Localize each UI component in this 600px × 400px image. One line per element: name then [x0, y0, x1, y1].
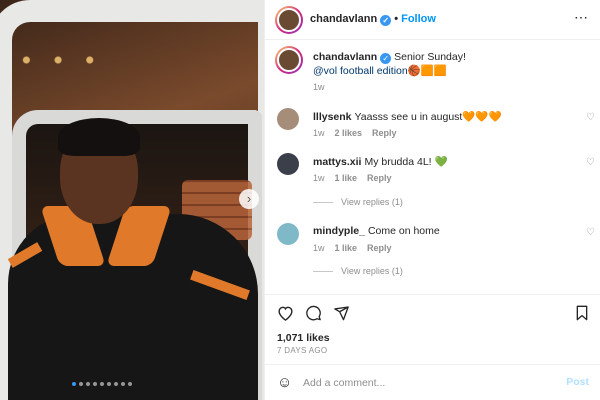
author-username[interactable]: chandavlann — [310, 13, 377, 25]
comment-input[interactable] — [303, 374, 543, 392]
heart-icon[interactable] — [277, 305, 294, 325]
reply-button[interactable]: Reply — [372, 128, 397, 138]
follow-button[interactable]: Follow — [401, 13, 436, 25]
verified-badge-icon: ✓ — [380, 53, 392, 64]
comment-username[interactable]: mindyple_ — [313, 225, 365, 237]
comment-username[interactable]: lllysenk — [313, 111, 352, 123]
comment-avatar[interactable] — [277, 108, 299, 130]
post-header: chandavlann ✓ • Follow ⋯ — [265, 0, 600, 40]
comment-avatar[interactable] — [277, 153, 299, 175]
comment-username[interactable]: mattys.xii — [313, 156, 361, 168]
caption-text-2[interactable]: football edition — [340, 65, 408, 77]
caption-text: Senior Sunday! — [394, 51, 466, 63]
carousel-dot — [114, 382, 118, 386]
post-photo[interactable]: › — [0, 0, 264, 400]
comment-text: Yaasss see u in august — [354, 111, 463, 123]
caption-username[interactable]: chandavlann — [313, 51, 377, 63]
comment-like-icon[interactable]: ♡ — [586, 112, 595, 123]
post-date[interactable]: 7 DAYS AGO — [277, 346, 327, 355]
comment-time[interactable]: 1w — [313, 243, 325, 253]
comment-likes[interactable]: 1 like — [335, 173, 358, 183]
carousel-dot — [72, 382, 76, 386]
verified-badge-icon: ✓ — [380, 15, 392, 26]
carousel-dot — [79, 382, 83, 386]
carousel-dot — [128, 382, 132, 386]
comment-time[interactable]: 1w — [313, 173, 325, 183]
emoji-icon[interactable]: ☺ — [277, 374, 292, 391]
caption-mention[interactable]: @vol — [313, 65, 337, 77]
carousel-dot — [107, 382, 111, 386]
add-comment-bar: ☺ Post — [265, 364, 600, 400]
view-replies-button[interactable]: View replies (1) — [313, 197, 403, 207]
share-icon[interactable] — [333, 305, 350, 325]
avatar[interactable] — [275, 6, 303, 34]
separator-dot: • — [394, 13, 399, 25]
action-bar — [265, 294, 600, 330]
carousel-dot — [93, 382, 97, 386]
carousel-dot — [86, 382, 90, 386]
reply-button[interactable]: Reply — [367, 173, 392, 183]
reply-button[interactable]: Reply — [367, 243, 392, 253]
carousel-dot — [100, 382, 104, 386]
comment-icon[interactable] — [305, 305, 322, 325]
comment-emoji: 💚 — [434, 156, 448, 168]
comment-avatar[interactable] — [277, 223, 299, 245]
person-hair — [58, 118, 140, 156]
more-options-icon[interactable]: ⋯ — [574, 9, 589, 26]
bookmark-icon[interactable] — [575, 305, 589, 325]
comment-likes[interactable]: 2 likes — [335, 128, 363, 138]
comment-text: Come on home — [367, 225, 440, 237]
comment-emoji: 🧡🧡🧡 — [462, 111, 502, 123]
comment-likes[interactable]: 1 like — [335, 243, 358, 253]
comment-text: My brudda 4L! — [364, 156, 432, 168]
carousel-dot — [121, 382, 125, 386]
avatar[interactable] — [275, 46, 303, 74]
post-comment-button[interactable]: Post — [566, 376, 589, 388]
caption-emoji: 🏀🟧🟧 — [407, 65, 447, 77]
carousel-next-icon[interactable]: › — [239, 189, 259, 209]
post-details-panel: chandavlann ✓ • Follow ⋯ chandavlann ✓ Senio… — [264, 0, 600, 400]
comment-like-icon[interactable]: ♡ — [586, 227, 595, 238]
caption-time[interactable]: 1w — [313, 82, 325, 92]
view-replies-button[interactable]: View replies (1) — [313, 266, 403, 276]
comment-like-icon[interactable]: ♡ — [586, 157, 595, 168]
likes-count[interactable]: 1,071 likes — [277, 332, 330, 344]
comment-time[interactable]: 1w — [313, 128, 325, 138]
carousel-dots — [72, 382, 132, 386]
